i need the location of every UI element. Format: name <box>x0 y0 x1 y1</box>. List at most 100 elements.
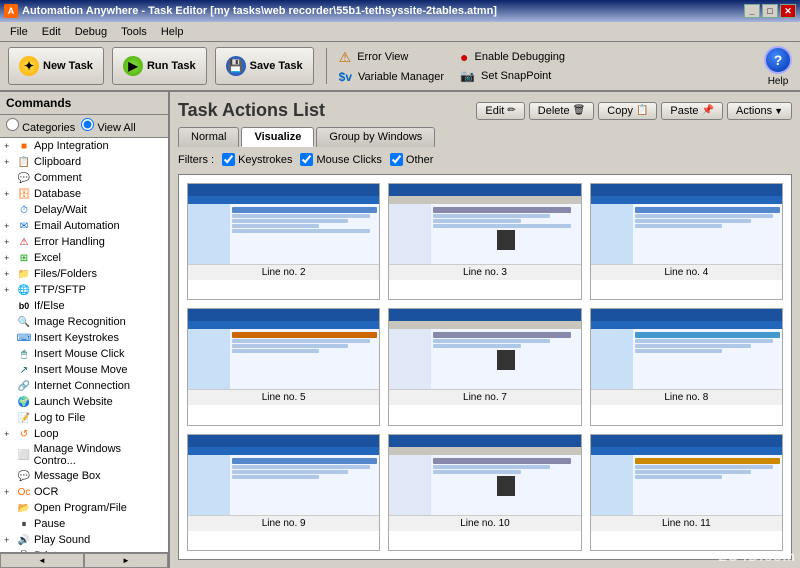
view-all-filter[interactable]: View All <box>81 118 135 134</box>
sidebar-item-delay[interactable]: ⏱ Delay/Wait <box>0 202 168 218</box>
screenshot-label-6: Line no. 9 <box>188 515 379 531</box>
email-icon: ✉ <box>17 219 31 233</box>
screenshot-thumb-6 <box>188 435 379 515</box>
screenshot-cell-0[interactable]: Line no. 2 <box>187 183 380 300</box>
loop-icon: ↺ <box>17 427 31 441</box>
sidebar-item-ifelse[interactable]: b0 If/Else <box>0 298 168 314</box>
close-button[interactable]: ✕ <box>780 4 796 18</box>
enable-debugging-icon: ● <box>460 49 468 65</box>
sidebar-item-launch-website[interactable]: 🌍 Launch Website <box>0 394 168 410</box>
sidebar-item-open-program[interactable]: 📂 Open Program/File <box>0 500 168 516</box>
image-recognition-icon: 🔍 <box>17 315 31 329</box>
view-all-radio[interactable] <box>81 118 94 131</box>
edit-icon: ✏ <box>507 105 515 116</box>
sidebar-item-app-integration[interactable]: + ■ App Integration <box>0 138 168 154</box>
sidebar-item-comment[interactable]: 💬 Comment <box>0 170 168 186</box>
menu-file[interactable]: File <box>4 25 34 39</box>
sidebar-item-excel[interactable]: + ⊞ Excel <box>0 250 168 266</box>
run-task-button[interactable]: ▶ Run Task <box>112 47 207 85</box>
sidebar-item-ocr[interactable]: + Oc OCR <box>0 484 168 500</box>
sidebar-item-mouse-click[interactable]: 🖱 Insert Mouse Click <box>0 346 168 362</box>
screenshot-label-8: Line no. 11 <box>591 515 782 531</box>
maximize-button[interactable]: □ <box>762 4 778 18</box>
enable-debugging-item[interactable]: ● Enable Debugging <box>460 49 565 65</box>
sidebar-item-pause[interactable]: ⏸ Pause <box>0 516 168 532</box>
run-task-icon: ▶ <box>123 56 143 76</box>
scroll-right-button[interactable]: ► <box>84 553 168 568</box>
menu-help[interactable]: Help <box>155 25 190 39</box>
tab-normal[interactable]: Normal <box>178 127 239 147</box>
screenshot-cell-8[interactable]: Line no. 11 <box>590 434 783 551</box>
sidebar-item-internet[interactable]: 🔗 Internet Connection <box>0 378 168 394</box>
internet-icon: 🔗 <box>17 379 31 393</box>
menu-debug[interactable]: Debug <box>69 25 113 39</box>
mouse-clicks-checkbox[interactable] <box>300 153 313 166</box>
keystrokes-checkbox[interactable] <box>222 153 235 166</box>
sidebar-item-clipboard[interactable]: + 📋 Clipboard <box>0 154 168 170</box>
open-program-icon: 📂 <box>17 501 31 515</box>
screenshot-cell-3[interactable]: Line no. 5 <box>187 308 380 425</box>
screenshot-cell-6[interactable]: Line no. 9 <box>187 434 380 551</box>
menu-edit[interactable]: Edit <box>36 25 67 39</box>
title-bar-buttons[interactable]: _ □ ✕ <box>744 4 796 18</box>
screenshot-label-7: Line no. 10 <box>389 515 580 531</box>
delay-icon: ⏱ <box>17 203 31 217</box>
copy-button[interactable]: Copy 📋 <box>598 102 657 120</box>
sidebar-item-play-sound[interactable]: + 🔊 Play Sound <box>0 532 168 548</box>
variable-manager-item[interactable]: $v Variable Manager <box>339 70 444 84</box>
expand-icon: + <box>4 269 14 279</box>
screenshot-cell-4[interactable]: Line no. 7 <box>388 308 581 425</box>
set-snappoint-icon: 📷 <box>460 69 475 83</box>
sidebar-item-error[interactable]: + ⚠ Error Handling <box>0 234 168 250</box>
expand-icon: + <box>4 157 14 167</box>
database-icon: 🗄 <box>17 187 31 201</box>
sidebar-item-mouse-move[interactable]: ↗ Insert Mouse Move <box>0 362 168 378</box>
mouse-clicks-filter[interactable]: Mouse Clicks <box>300 153 381 166</box>
ifelse-icon: b0 <box>17 299 31 313</box>
screenshot-thumb-1 <box>389 184 580 264</box>
screenshot-cell-5[interactable]: Line no. 8 <box>590 308 783 425</box>
other-checkbox[interactable] <box>390 153 403 166</box>
keystrokes-filter[interactable]: Keystrokes <box>222 153 292 166</box>
sidebar-item-insert-keystrokes[interactable]: ⌨ Insert Keystrokes <box>0 330 168 346</box>
error-view-item[interactable]: ⚠ Error View <box>339 49 444 66</box>
categories-filter[interactable]: Categories <box>6 118 75 134</box>
edit-button[interactable]: Edit ✏ <box>476 102 524 120</box>
task-buttons: Edit ✏ Delete 🗑 Copy 📋 Paste 📌 Actions <box>476 102 792 120</box>
title-bar-left: A Automation Anywhere - Task Editor [my … <box>4 4 497 18</box>
title-bar-text: Automation Anywhere - Task Editor [my ta… <box>22 5 497 17</box>
screenshot-cell-1[interactable]: Line no. 3 <box>388 183 581 300</box>
save-task-button[interactable]: 💾 Save Task <box>215 47 314 85</box>
scroll-left-button[interactable]: ◄ <box>0 553 84 568</box>
tab-visualize[interactable]: Visualize <box>241 127 314 147</box>
ocr-icon: Oc <box>17 485 31 499</box>
categories-radio[interactable] <box>6 118 19 131</box>
new-task-button[interactable]: ✦ New Task <box>8 47 104 85</box>
sidebar-item-email[interactable]: + ✉ Email Automation <box>0 218 168 234</box>
sidebar-item-manage-windows[interactable]: ⬜ Manage Windows Contro... <box>0 442 168 468</box>
paste-button[interactable]: Paste 📌 <box>661 102 723 120</box>
actions-button[interactable]: Actions ▼ <box>727 102 792 120</box>
sidebar-item-loop[interactable]: + ↺ Loop <box>0 426 168 442</box>
menu-tools[interactable]: Tools <box>115 25 153 39</box>
other-filter[interactable]: Other <box>390 153 434 166</box>
screenshot-cell-7[interactable]: Line no. 10 <box>388 434 581 551</box>
sidebar-item-log[interactable]: 📝 Log to File <box>0 410 168 426</box>
sidebar-item-files[interactable]: + 📁 Files/Folders <box>0 266 168 282</box>
new-task-icon: ✦ <box>19 56 39 76</box>
clipboard-icon: 📋 <box>17 155 31 169</box>
minimize-button[interactable]: _ <box>744 4 760 18</box>
sidebar-item-message-box[interactable]: 💬 Message Box <box>0 468 168 484</box>
screenshot-label-3: Line no. 5 <box>188 389 379 405</box>
log-icon: 📝 <box>17 411 31 425</box>
sidebar-item-ftp[interactable]: + 🌐 FTP/SFTP <box>0 282 168 298</box>
sidebar-item-database[interactable]: + 🗄 Database <box>0 186 168 202</box>
delete-button[interactable]: Delete 🗑 <box>529 102 595 120</box>
sidebar-item-image-recognition[interactable]: 🔍 Image Recognition <box>0 314 168 330</box>
help-button[interactable]: ? Help <box>764 46 792 87</box>
tab-group-by-windows[interactable]: Group by Windows <box>316 127 435 147</box>
screenshot-cell-2[interactable]: Line no. 4 <box>590 183 783 300</box>
paste-icon: 📌 <box>702 105 714 116</box>
sidebar-list: + ■ App Integration + 📋 Clipboard 💬 Comm… <box>0 138 168 552</box>
set-snappoint-item[interactable]: 📷 Set SnapPoint <box>460 69 565 83</box>
